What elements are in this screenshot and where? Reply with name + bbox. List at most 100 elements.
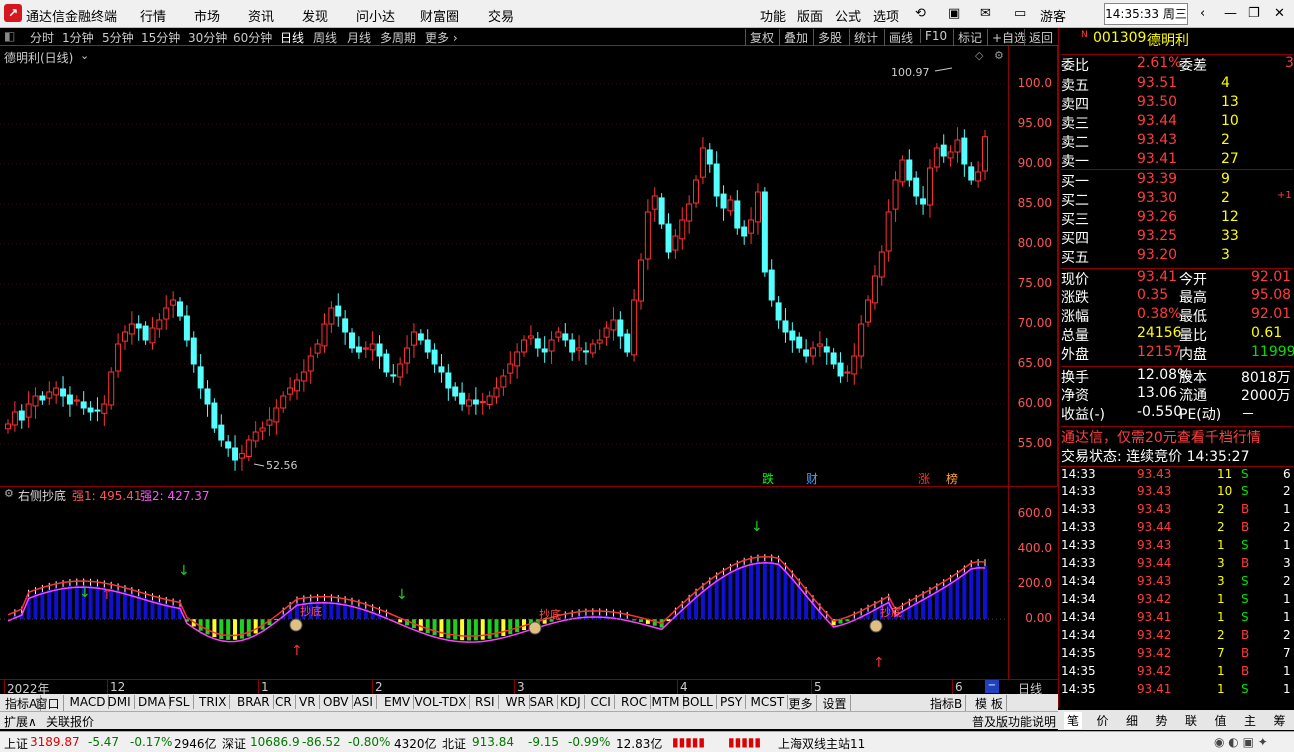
indicator-tab-7[interactable]: BRAR <box>234 695 274 709</box>
indicator-tab-6[interactable]: TRIX <box>196 695 231 709</box>
period-0[interactable]: 分时 <box>30 29 54 46</box>
bid-row-1[interactable]: 买二 93.30 2 +1 <box>1061 190 1293 209</box>
indicator-tab-25[interactable]: 设置 <box>820 695 851 712</box>
close-icon[interactable]: ✕ <box>1274 6 1285 21</box>
toolbar-button-4[interactable]: 画线 <box>884 29 917 46</box>
indicator-tab-22[interactable]: PSY <box>717 695 747 709</box>
panel-tab-1[interactable]: 价 <box>1094 712 1112 729</box>
period-3[interactable]: 15分钟 <box>141 29 180 46</box>
period-6[interactable]: 日线 <box>280 29 304 46</box>
stat-row-3[interactable]: 总量 24156 量比 0.61 <box>1061 325 1293 344</box>
toolbar-button-0[interactable]: 复权 <box>745 29 778 46</box>
fund-row-1[interactable]: 净资 13.06 流通 2000万 <box>1061 385 1293 404</box>
indicator-tab-24[interactable]: 更多 <box>786 695 817 712</box>
panel-tab-2[interactable]: 细 <box>1123 712 1141 729</box>
minimize-window-icon[interactable]: ▭ <box>1014 6 1026 21</box>
scroll-thumb[interactable]: − <box>985 680 999 693</box>
ask-row-4[interactable]: 卖一 93.41 27 <box>1061 151 1293 170</box>
menu-1[interactable]: 市场 <box>194 6 220 25</box>
toolbar-button-3[interactable]: 统计 <box>849 29 882 46</box>
stat-row-0[interactable]: 现价 93.41 今开 92.01 <box>1061 268 1293 288</box>
fund-row-0[interactable]: 换手 12.08% 股本 8018万 <box>1061 366 1293 386</box>
indicator-tab-11[interactable]: ASI <box>351 695 377 709</box>
user-label[interactable]: 游客 <box>1040 6 1066 25</box>
indicator-chart[interactable]: ⚙ 右侧抄底 强1: 495.41 强2: 427.37 ↑ ↑ ↓ ↓ ↓ ↓ ↑ 抄底 抄底… <box>0 486 1058 680</box>
panel-tab-5[interactable]: 值 <box>1212 712 1230 729</box>
period-2[interactable]: 5分钟 <box>102 29 134 46</box>
stat-row-1[interactable]: 涨跌 0.35 最高 95.08 <box>1061 287 1293 306</box>
period-7[interactable]: 周线 <box>313 29 337 46</box>
ask-row-3[interactable]: 卖二 93.43 2 <box>1061 132 1293 151</box>
bid-volume: 3 <box>1221 247 1230 263</box>
menu-0[interactable]: 行情 <box>140 6 166 25</box>
right-menu-0[interactable]: 功能 <box>760 6 786 25</box>
toolbar-button-6[interactable]: 标记 <box>953 29 986 46</box>
indicator-tab-10[interactable]: OBV <box>320 695 353 709</box>
stat-row-4[interactable]: 外盘 12157 内盘 11999 <box>1061 344 1294 363</box>
related-quotes-button[interactable]: 关联报价 <box>46 713 94 730</box>
panel-tab-4[interactable]: 联 <box>1182 712 1200 729</box>
panel-toggle-icon[interactable]: ◧ <box>4 29 15 43</box>
indicator-tab-23[interactable]: MCST <box>748 695 789 709</box>
indicator-tab-12[interactable]: EMV <box>381 695 415 709</box>
period-10[interactable]: 更多 › <box>425 29 458 46</box>
bid-row-0[interactable]: 买一 93.39 9 <box>1061 171 1293 190</box>
toolbar-button-8[interactable]: 返回 <box>1024 29 1057 46</box>
version-notice[interactable]: 普及版功能说明 <box>972 713 1056 730</box>
indicator-tab-14[interactable]: RSI <box>472 695 499 709</box>
tray-icons[interactable]: ◉ ◐ ▣ ✦ <box>1214 735 1268 749</box>
indicator-tab-9[interactable]: VR <box>296 695 320 709</box>
period-8[interactable]: 月线 <box>347 29 371 46</box>
ask-row-0[interactable]: 卖五 93.51 4 <box>1061 75 1293 94</box>
bid-row-3[interactable]: 买四 93.25 33 <box>1061 228 1293 247</box>
toolbar-button-5[interactable]: F10 <box>920 29 951 43</box>
indicator-tab-1[interactable]: 窗口 <box>33 695 64 712</box>
back-icon[interactable]: ‹ <box>1200 6 1205 21</box>
ask-row-2[interactable]: 卖三 93.44 10 <box>1061 113 1293 132</box>
maximize-icon[interactable]: ❐ <box>1248 6 1260 21</box>
tick-time: 14:33 <box>1061 520 1096 534</box>
right-menu-3[interactable]: 选项 <box>873 6 899 25</box>
period-5[interactable]: 60分钟 <box>233 29 272 46</box>
bid-row-4[interactable]: 买五 93.20 3 <box>1061 247 1293 266</box>
menu-4[interactable]: 问小达 <box>356 6 395 25</box>
ad-banner[interactable]: 通达信，仅需20元查看千档行情 <box>1061 426 1293 446</box>
period-1[interactable]: 1分钟 <box>62 29 94 46</box>
indicator-tab-13[interactable]: VOL-TDX <box>412 695 471 709</box>
menu-6[interactable]: 交易 <box>488 6 514 25</box>
indicator-tab-right-1[interactable]: 模 板 <box>972 695 1007 712</box>
indicator-tab-17[interactable]: KDJ <box>557 695 585 709</box>
panel-tab-3[interactable]: 势 <box>1153 712 1171 729</box>
indicator-tab-8[interactable]: CR <box>272 695 296 709</box>
menu-2[interactable]: 资讯 <box>248 6 274 25</box>
panel-tab-7[interactable]: 筹 <box>1271 712 1289 729</box>
period-9[interactable]: 多周期 <box>380 29 416 46</box>
menu-5[interactable]: 财富圈 <box>420 6 459 25</box>
bid-row-2[interactable]: 买三 93.26 12 <box>1061 209 1293 228</box>
kline-chart[interactable]: 德明利(日线) ⌄ ◇ ⚙ 100.0 95.00 90.00 85.00 80.00 7… <box>0 46 1058 486</box>
toolbar-button-1[interactable]: 叠加 <box>779 29 812 46</box>
ask-row-1[interactable]: 卖四 93.50 13 <box>1061 94 1293 113</box>
indicator-tab-16[interactable]: SAR <box>527 695 558 709</box>
toolbar-button-2[interactable]: 多股 <box>813 29 846 46</box>
indicator-tab-18[interactable]: CCI <box>588 695 615 709</box>
indicator-tab-5[interactable]: FSL <box>166 695 194 709</box>
minimize-icon[interactable]: — <box>1224 6 1237 21</box>
refresh-icon[interactable]: ⟲ <box>915 6 926 21</box>
right-menu-2[interactable]: 公式 <box>835 6 861 25</box>
expand-button[interactable]: 扩展∧ <box>4 713 37 730</box>
period-4[interactable]: 30分钟 <box>188 29 227 46</box>
indicator-tab-3[interactable]: DMI <box>105 695 135 709</box>
indicator-tab-2[interactable]: MACD <box>67 695 110 709</box>
stat-row-2[interactable]: 涨幅 0.38% 最低 92.01 <box>1061 306 1293 325</box>
panel-tab-6[interactable]: 主 <box>1241 712 1259 729</box>
indicator-tab-21[interactable]: BOLL <box>679 695 717 709</box>
right-menu-1[interactable]: 版面 <box>797 6 823 25</box>
panel-tab-0[interactable]: 笔 <box>1064 712 1083 729</box>
mail-icon[interactable]: ✉ <box>980 6 991 21</box>
fund-row-2[interactable]: 收益(-) -0.550 PE(动) － <box>1061 404 1293 423</box>
lock-icon[interactable]: ▣ <box>948 6 960 21</box>
indicator-tab-right-0[interactable]: 指标B <box>927 695 967 712</box>
menu-3[interactable]: 发现 <box>302 6 328 25</box>
indicator-tab-19[interactable]: ROC <box>618 695 652 709</box>
